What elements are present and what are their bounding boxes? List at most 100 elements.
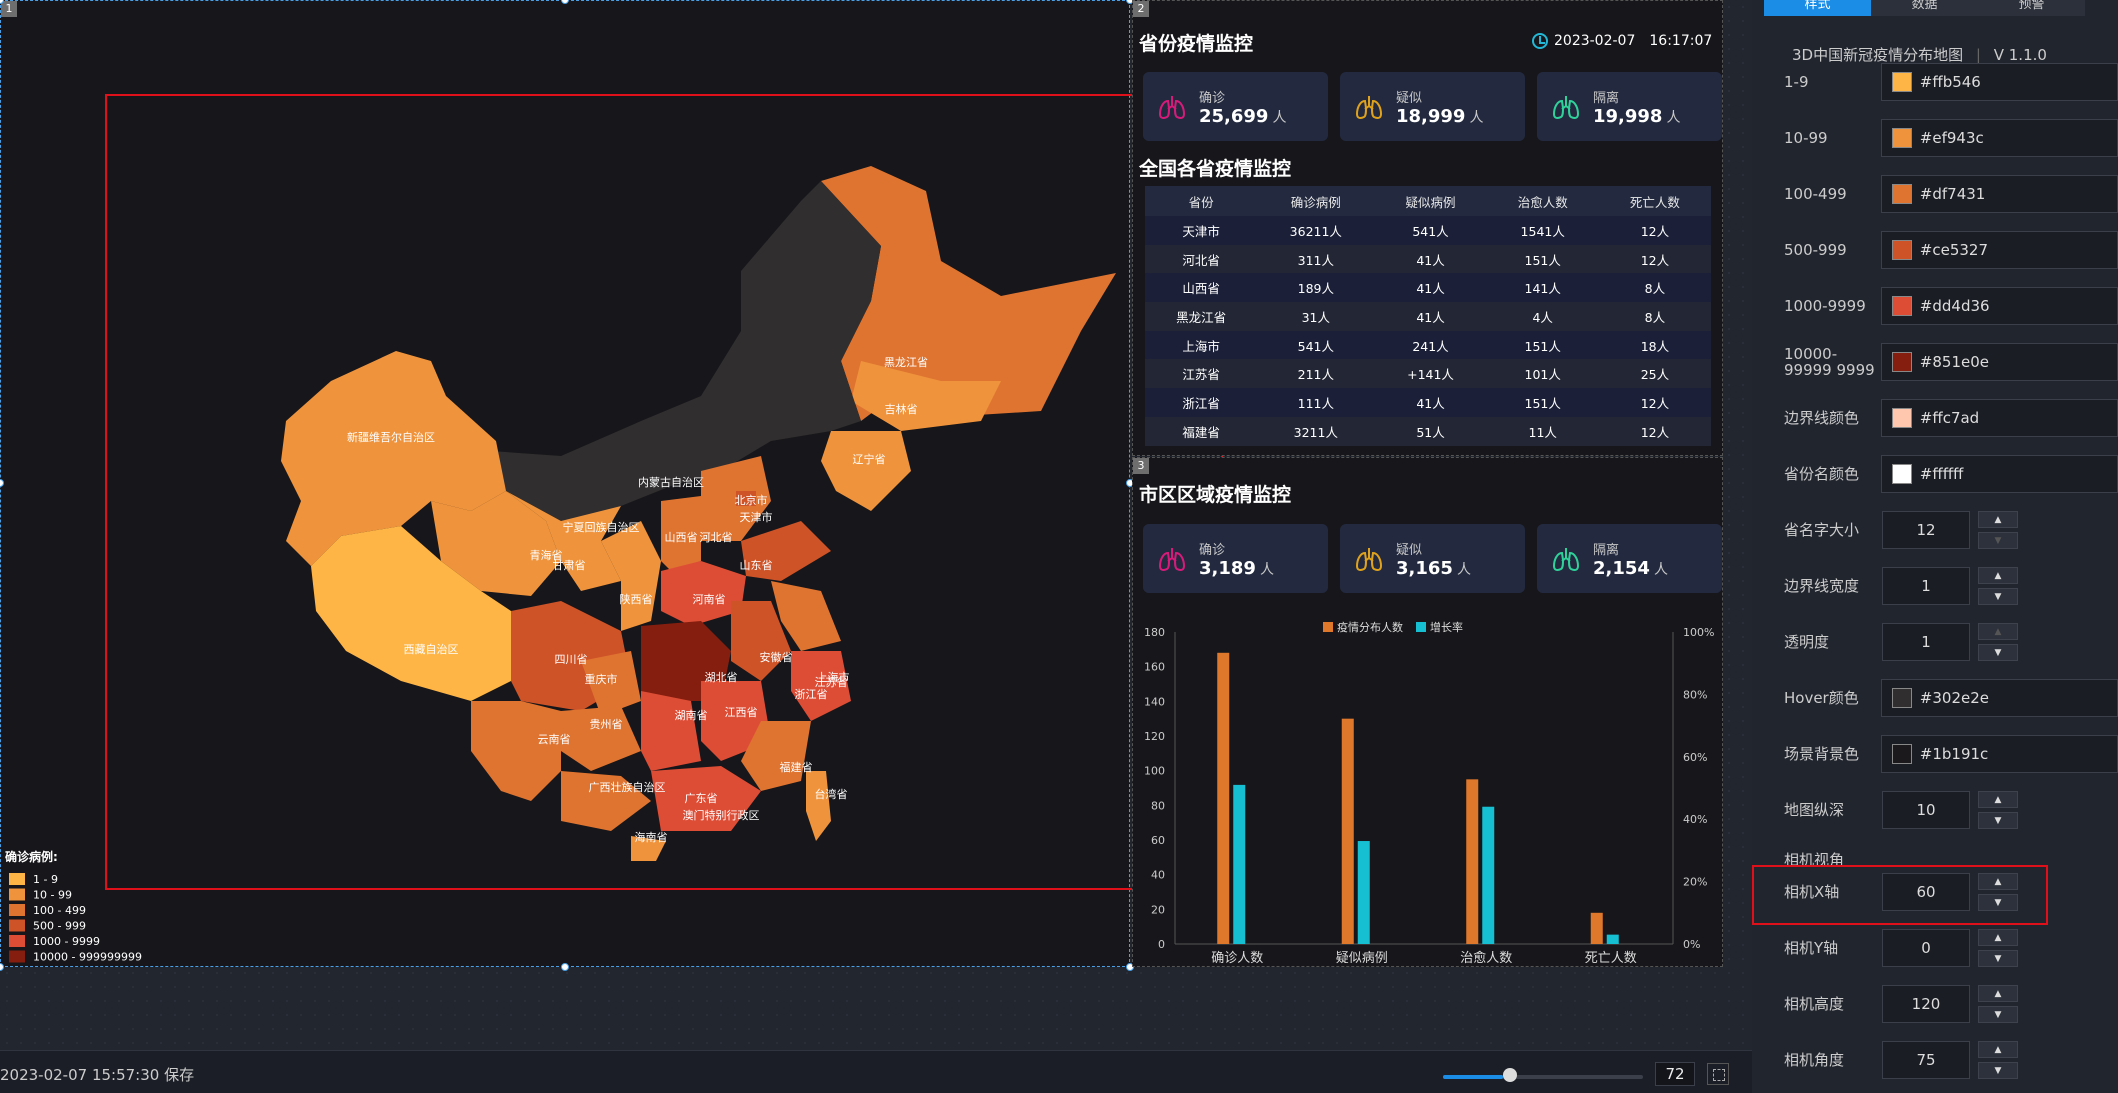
number-input[interactable]: 12 [1882, 511, 1970, 549]
increment-button[interactable]: ▲ [1978, 791, 2018, 808]
status-bar: 2023-02-07 15:57:30 保存 72 [0, 1050, 1752, 1093]
region-taiwan [806, 771, 831, 841]
config-label: 省名字大小 [1784, 521, 1860, 539]
widget-index-badge: 3 [1133, 458, 1149, 474]
editor-canvas[interactable]: 1 黑龙江省 吉林省 辽宁省 内蒙古自治区 北京市 天津市 河北省 山西省 山东… [0, 0, 1752, 1050]
table-row: 山西省 189人 41人 141人 8人 [1145, 273, 1711, 303]
y-tick-label-right: 20% [1683, 876, 1707, 889]
stat-number: 19,998 [1593, 105, 1663, 127]
color-picker[interactable]: #ef943c [1880, 119, 2118, 157]
color-swatch [1891, 296, 1912, 316]
legend-label: 10000 - 999999999 [33, 951, 142, 964]
province-label: 重庆市 [585, 672, 618, 686]
province-label: 台湾省 [815, 787, 848, 801]
resize-handle[interactable] [0, 963, 4, 971]
decrement-button[interactable]: ▼ [1978, 588, 2018, 605]
stat-number: 18,999 [1396, 105, 1466, 127]
stat-value: 19,998 人 [1593, 106, 1680, 127]
table-row: 上海市 541人 241人 151人 18人 [1145, 330, 1711, 360]
stat-label: 隔离 [1593, 90, 1620, 106]
table-cell: 311人 [1257, 244, 1375, 274]
config-tabs: 样式 数据 预警 [1764, 0, 2085, 16]
zoom-slider[interactable] [1443, 1075, 1643, 1079]
config-label: 1000-9999 [1784, 297, 1866, 315]
color-picker[interactable]: #302e2e [1880, 679, 2118, 717]
stat-value: 3,189 人 [1199, 558, 1274, 579]
decrement-button[interactable]: ▼ [1978, 1062, 2018, 1079]
stat-card: 隔离 19,998 人 [1537, 72, 1722, 141]
number-input[interactable]: 75 [1882, 1041, 1970, 1079]
table-cell: 8人 [1598, 302, 1711, 331]
city-panel-title: 市区区域疫情监控 [1139, 484, 1292, 506]
resize-handle[interactable] [561, 963, 569, 971]
decrement-button[interactable]: ▼ [1978, 1006, 2018, 1023]
table-cell: 189人 [1257, 273, 1375, 303]
legend-label: 10 - 99 [33, 889, 72, 902]
config-panel: 样式 数据 预警 3D中国新冠疫情分布地图 | V 1.1.0 1-9 #ffb5… [1752, 0, 2118, 1093]
decrement-button[interactable]: ▼ [1978, 644, 2018, 661]
y-tick-label-right: 40% [1683, 813, 1707, 826]
color-value: #df7431 [1919, 185, 1986, 203]
decrement-button[interactable]: ▼ [1978, 950, 2018, 967]
table-cell: 25人 [1598, 359, 1711, 389]
color-picker[interactable]: #dd4d36 [1880, 287, 2118, 325]
fit-screen-icon[interactable] [1707, 1063, 1729, 1085]
province-table: 省份 确诊病例 疑似病例 治愈人数 死亡人数 天津市 36211人 541人 1541人 12人… [1145, 186, 1711, 446]
color-picker[interactable]: #ffffff [1880, 455, 2118, 493]
stat-number: 2,154 [1593, 557, 1650, 579]
color-picker[interactable]: #851e0e [1880, 343, 2118, 381]
zoom-slider-thumb[interactable] [1503, 1068, 1517, 1082]
table-row: 黑龙江省 31人 41人 4人 8人 [1145, 302, 1711, 331]
decrement-button[interactable]: ▼ [1978, 532, 2018, 549]
increment-button[interactable]: ▲ [1978, 929, 2018, 946]
province-label: 湖南省 [675, 709, 708, 722]
number-input[interactable]: 120 [1882, 985, 1970, 1023]
zoom-input[interactable]: 72 [1655, 1062, 1695, 1086]
increment-button[interactable]: ▲ [1978, 623, 2018, 640]
city-monitor-widget[interactable]: 3 市区区域疫情监控 确诊 3,189 人疑似 3,165 人隔离 2,154 人 0 20 4… [1132, 457, 1723, 967]
legend-label: 1000 - 9999 [33, 935, 100, 948]
y-tick-label-left: 100 [1144, 765, 1165, 778]
config-label: 地图纵深 [1784, 801, 1845, 819]
config-row: 相机高度 120 ▲ ▼ [1784, 985, 2118, 1023]
stat-value: 18,999 人 [1396, 106, 1483, 127]
number-input[interactable]: 1 [1882, 623, 1970, 661]
province-label: 山西省 [665, 531, 698, 544]
number-input[interactable]: 1 [1882, 567, 1970, 605]
table-cell: 151人 [1486, 330, 1599, 360]
increment-button[interactable]: ▲ [1978, 985, 2018, 1002]
increment-button[interactable]: ▲ [1978, 1041, 2018, 1058]
color-picker[interactable]: #ffc7ad [1880, 399, 2118, 437]
color-swatch [1891, 688, 1912, 708]
tab-style[interactable]: 样式 [1764, 0, 1871, 16]
clock-icon [1532, 33, 1548, 49]
config-label: 场景背景色 [1784, 745, 1860, 763]
color-picker[interactable]: #df7431 [1880, 175, 2118, 213]
province-monitor-widget[interactable]: 2 省份疫情监控 2023-02-07 16:17:07 确诊 25,699 人疑似… [1132, 0, 1723, 456]
province-label: 辽宁省 [853, 452, 886, 466]
table-cell: 151人 [1486, 244, 1599, 274]
province-label: 河南省 [693, 593, 726, 606]
decrement-button[interactable]: ▼ [1978, 812, 2018, 829]
tab-data[interactable]: 数据 [1871, 0, 1978, 16]
bar-growth-rate [1233, 784, 1246, 944]
color-value: #1b191c [1919, 745, 1989, 763]
color-swatch [1891, 128, 1912, 148]
tab-alert[interactable]: 预警 [1978, 0, 2085, 16]
number-input[interactable]: 0 [1882, 929, 1970, 967]
china-map[interactable]: 黑龙江省吉林省辽宁省内蒙古自治区北京市天津市河北省山西省山东省宁夏回族自治区甘肃… [1, 1, 1131, 968]
number-input[interactable]: 10 [1882, 791, 1970, 829]
color-swatch [1891, 408, 1912, 428]
map-widget[interactable]: 1 黑龙江省 吉林省 辽宁省 内蒙古自治区 北京市 天津市 河北省 山西省 山东… [0, 0, 1223, 968]
province-label: 澳门特别行政区 [683, 808, 760, 822]
color-picker[interactable]: #1b191c [1880, 735, 2118, 773]
save-status: 2023-02-07 15:57:30 保存 [0, 1066, 195, 1084]
color-picker[interactable]: #ffb546 [1880, 63, 2118, 101]
province-label: 四川省 [555, 653, 588, 666]
table-row: 天津市 36211人 541人 1541人 12人 [1145, 216, 1711, 245]
table-cell: 41人 [1374, 388, 1487, 417]
stat-number: 25,699 [1199, 105, 1269, 127]
increment-button[interactable]: ▲ [1978, 511, 2018, 528]
increment-button[interactable]: ▲ [1978, 567, 2018, 584]
color-picker[interactable]: #ce5327 [1880, 231, 2118, 269]
